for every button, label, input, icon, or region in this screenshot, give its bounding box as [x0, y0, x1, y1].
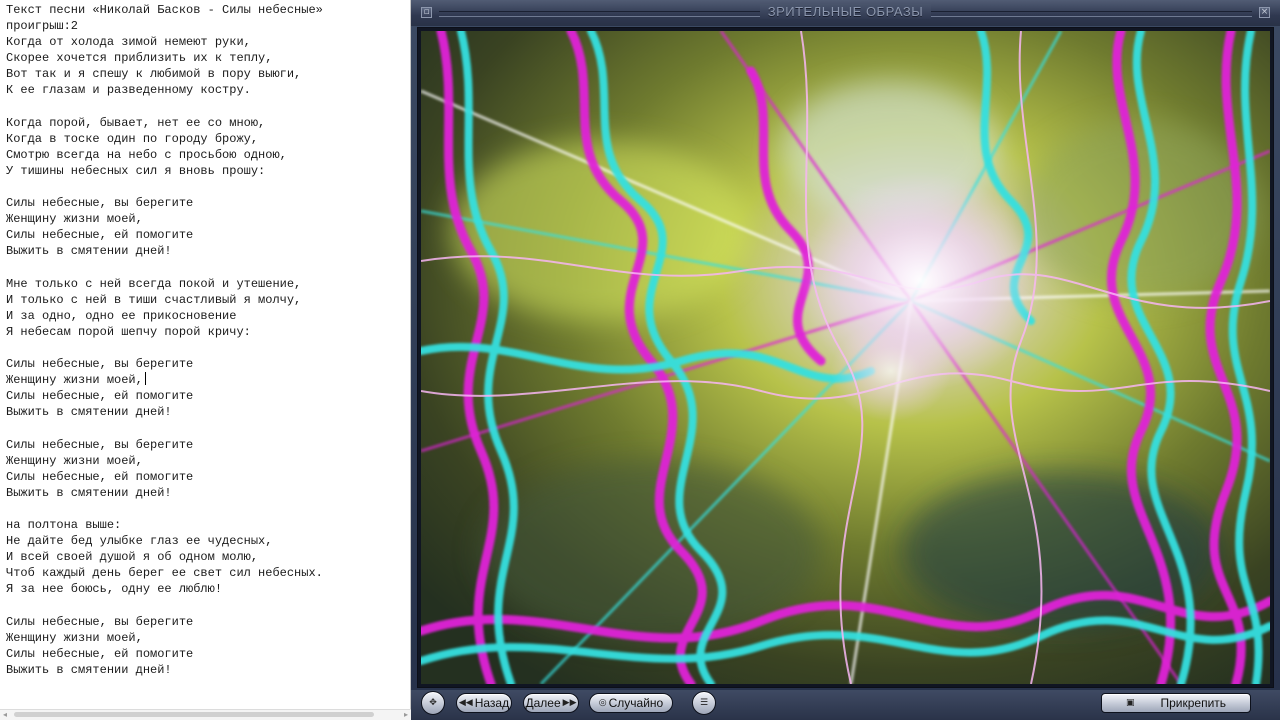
editor-line[interactable]: К ее глазам и разведенному костру.	[6, 82, 408, 98]
editor-line[interactable]: Женщину жизни моей,	[6, 372, 408, 388]
visualization-canvas[interactable]	[421, 31, 1270, 684]
editor-line[interactable]: Женщину жизни моей,	[6, 630, 408, 646]
editor-line[interactable]: Выжить в смятении дней!	[6, 662, 408, 678]
editor-line[interactable]: на полтона выше:	[6, 517, 408, 533]
editor-line[interactable]: Я небесам порой шепчу порой кричу:	[6, 324, 408, 340]
editor-line[interactable]: Силы небесные, ей помогите	[6, 646, 408, 662]
visualization-frame	[417, 27, 1274, 688]
editor-line[interactable]: Скорее хочется приблизить их к теплу,	[6, 50, 408, 66]
window-title: ЗРИТЕЛЬНЫЕ ОБРАЗЫ	[411, 4, 1280, 19]
move-icon[interactable]: ✥	[421, 691, 445, 715]
window-titlebar[interactable]: ▫ ЗРИТЕЛЬНЫЕ ОБРАЗЫ ×	[411, 0, 1280, 26]
editor-line[interactable]: И только с ней в тиши счастливый я молчу…	[6, 292, 408, 308]
editor-line[interactable]: Силы небесные, вы берегите	[6, 356, 408, 372]
random-button[interactable]: ◎ Случайно	[589, 693, 673, 713]
editor-line[interactable]: Женщину жизни моей,	[6, 453, 408, 469]
text-caret	[144, 372, 146, 386]
menu-list-icon[interactable]: ☰	[692, 691, 716, 715]
pin-icon: ▣	[1125, 698, 1135, 708]
editor-line[interactable]: Выжить в смятении дней!	[6, 485, 408, 501]
editor-line[interactable]: Чтоб каждый день берег ее свет сил небес…	[6, 565, 408, 581]
editor-line[interactable]	[6, 340, 408, 356]
editor-line[interactable]: Мне только с ней всегда покой и утешение…	[6, 276, 408, 292]
editor-line[interactable]: У тишины небесных сил я вновь прошу:	[6, 163, 408, 179]
next-arrow-icon: ▶▶	[562, 698, 577, 708]
editor-line[interactable]: Силы небесные, ей помогите	[6, 227, 408, 243]
scroll-left-icon[interactable]: ◂	[0, 710, 10, 720]
random-icon: ◎	[598, 698, 607, 708]
horizontal-scrollbar[interactable]: ◂ ▸	[0, 709, 411, 720]
editor-line[interactable]: Я за нее боюсь, одну ее люблю!	[6, 581, 408, 597]
editor-line[interactable]: Силы небесные, ей помогите	[6, 469, 408, 485]
editor-line[interactable]: Когда в тоске один по городу брожу,	[6, 131, 408, 147]
editor-line[interactable]: Силы небесные, вы берегите	[6, 437, 408, 453]
editor-line[interactable]	[6, 597, 408, 613]
psychedelic-visual	[421, 31, 1270, 684]
editor-line[interactable]	[6, 260, 408, 276]
editor-line[interactable]: Когда от холода зимой немеют руки,	[6, 34, 408, 50]
back-button[interactable]: ◀◀ Назад	[456, 693, 512, 713]
editor-line[interactable]	[6, 501, 408, 517]
editor-line[interactable]: Силы небесные, вы берегите	[6, 195, 408, 211]
visualization-controls: ✥ ◀◀ Назад Далее ▶▶ ◎ Случайно ☰ ▣ Прикрепит…	[411, 690, 1280, 720]
pin-button[interactable]: ▣ Прикрепить	[1101, 693, 1251, 713]
editor-line[interactable]: Силы небесные, вы берегите	[6, 614, 408, 630]
editor-line[interactable]: Женщину жизни моей,	[6, 211, 408, 227]
scroll-right-icon[interactable]: ▸	[401, 710, 411, 720]
editor-line[interactable]: Силы небесные, ей помогите	[6, 388, 408, 404]
editor-line[interactable]: Выжить в смятении дней!	[6, 243, 408, 259]
back-arrow-icon: ◀◀	[458, 698, 473, 708]
editor-line[interactable]	[6, 420, 408, 436]
editor-line[interactable]: Выжить в смятении дней!	[6, 404, 408, 420]
editor-line[interactable]: И за одно, одно ее прикосновение	[6, 308, 408, 324]
editor-line[interactable]: И всей своей душой я об одном молю,	[6, 549, 408, 565]
visualization-window: ▫ ЗРИТЕЛЬНЫЕ ОБРАЗЫ × ✥ ◀◀ Назад Далее ▶…	[411, 0, 1280, 720]
editor-line[interactable]	[6, 99, 408, 115]
editor-line[interactable]: Текст песни «Николай Басков - Силы небес…	[6, 2, 408, 18]
next-button[interactable]: Далее ▶▶	[523, 693, 579, 713]
editor-line[interactable]: проигрыш:2	[6, 18, 408, 34]
editor-line[interactable]	[6, 179, 408, 195]
lyrics-text[interactable]: Текст песни «Николай Басков - Силы небес…	[6, 2, 408, 678]
text-editor[interactable]: Текст песни «Николай Басков - Силы небес…	[0, 0, 411, 720]
close-icon[interactable]: ×	[1259, 7, 1270, 18]
editor-line[interactable]: Смотрю всегда на небо с просьбою одною,	[6, 147, 408, 163]
editor-line[interactable]: Не дайте бед улыбке глаз ее чудесных,	[6, 533, 408, 549]
scrollbar-thumb[interactable]	[14, 712, 374, 717]
editor-line[interactable]: Вот так и я спешу к любимой в пору выюги…	[6, 66, 408, 82]
editor-line[interactable]: Когда порой, бывает, нет ее со мною,	[6, 115, 408, 131]
